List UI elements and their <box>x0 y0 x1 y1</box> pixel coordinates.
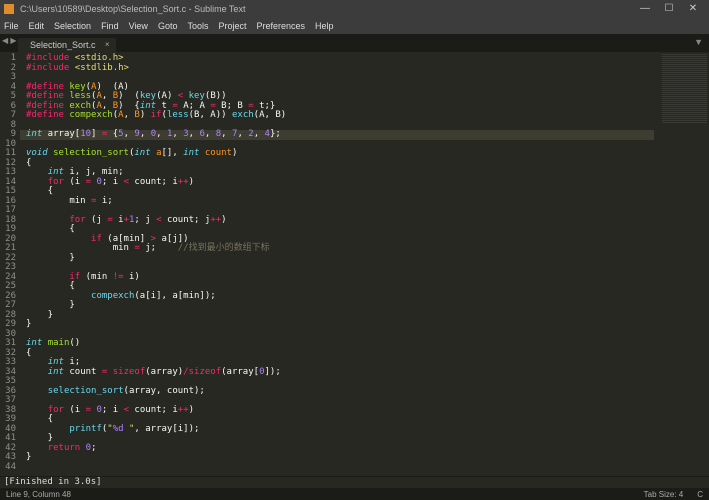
code-line[interactable]: } <box>20 320 654 330</box>
menu-file[interactable]: File <box>4 21 19 31</box>
menu-project[interactable]: Project <box>218 21 246 31</box>
code-editor[interactable]: #include <stdio.h>#include <stdlib.h> #d… <box>20 52 654 476</box>
code-line[interactable]: min = j; //找到最小的数组下标 <box>20 244 654 254</box>
code-line[interactable] <box>20 330 654 340</box>
line-number: 44 <box>0 463 16 473</box>
status-language[interactable]: C <box>697 490 703 499</box>
tab-close-icon[interactable]: × <box>105 40 110 49</box>
code-line[interactable]: for (i = 0; i < count; i++) <box>20 178 654 188</box>
editor-area: 1234567891011121314151617181920212223242… <box>0 52 709 476</box>
tab-label: Selection_Sort.c <box>30 40 96 50</box>
status-tab-size[interactable]: Tab Size: 4 <box>644 490 684 499</box>
code-line[interactable]: int main() <box>20 339 654 349</box>
app-icon <box>4 4 14 14</box>
code-line[interactable]: #define compexch(A, B) if(less(B, A)) ex… <box>20 111 654 121</box>
status-bar: Line 9, Column 48 Tab Size: 4 C <box>0 488 709 500</box>
code-line[interactable]: return 0; <box>20 444 654 454</box>
line-gutter: 1234567891011121314151617181920212223242… <box>0 52 20 476</box>
code-line[interactable]: selection_sort(array, count); <box>20 387 654 397</box>
code-line[interactable]: for (i = 0; i < count; i++) <box>20 406 654 416</box>
menu-find[interactable]: Find <box>101 21 119 31</box>
tab-overflow-icon[interactable]: ▼ <box>694 37 703 47</box>
code-line[interactable]: } <box>20 311 654 321</box>
code-line[interactable]: min = i; <box>20 197 654 207</box>
tab-nav-arrows[interactable]: ◀ ▶ <box>2 36 17 45</box>
menu-view[interactable]: View <box>129 21 148 31</box>
menu-goto[interactable]: Goto <box>158 21 178 31</box>
build-output: [Finished in 3.0s] <box>0 476 709 488</box>
code-line[interactable]: int array[10] = {5, 9, 0, 1, 3, 6, 8, 7,… <box>20 130 654 140</box>
code-line[interactable]: for (j = i+1; j < count; j++) <box>20 216 654 226</box>
code-line[interactable]: printf("%d ", array[i]); <box>20 425 654 435</box>
code-line[interactable]: { <box>20 349 654 359</box>
code-line[interactable]: } <box>20 301 654 311</box>
code-line[interactable]: void selection_sort(int a[], int count) <box>20 149 654 159</box>
code-line[interactable]: if (min != i) <box>20 273 654 283</box>
minimize-button[interactable]: — <box>633 0 657 18</box>
code-line[interactable] <box>20 463 654 473</box>
minimap-view <box>662 54 707 124</box>
code-line[interactable]: compexch(a[i], a[min]); <box>20 292 654 302</box>
title-bar: C:\Users\10589\Desktop\Selection_Sort.c … <box>0 0 709 18</box>
file-tab[interactable]: Selection_Sort.c × <box>18 38 116 52</box>
code-line[interactable]: #include <stdlib.h> <box>20 64 654 74</box>
minimap[interactable] <box>654 52 709 476</box>
maximize-button[interactable]: ☐ <box>657 0 681 18</box>
menu-bar: File Edit Selection Find View Goto Tools Projec… <box>0 18 709 34</box>
menu-edit[interactable]: Edit <box>29 21 45 31</box>
window-title: C:\Users\10589\Desktop\Selection_Sort.c … <box>20 4 633 14</box>
code-line[interactable]: int count = sizeof(array)/sizeof(array[0… <box>20 368 654 378</box>
code-line[interactable]: } <box>20 453 654 463</box>
menu-tools[interactable]: Tools <box>187 21 208 31</box>
tab-bar: ◀ ▶ Selection_Sort.c × ▼ <box>0 34 709 52</box>
close-window-button[interactable]: ✕ <box>681 0 705 18</box>
menu-help[interactable]: Help <box>315 21 334 31</box>
menu-preferences[interactable]: Preferences <box>256 21 305 31</box>
code-line[interactable]: } <box>20 434 654 444</box>
status-position[interactable]: Line 9, Column 48 <box>6 490 630 499</box>
code-line[interactable]: } <box>20 254 654 264</box>
menu-selection[interactable]: Selection <box>54 21 91 31</box>
code-line[interactable]: { <box>20 187 654 197</box>
